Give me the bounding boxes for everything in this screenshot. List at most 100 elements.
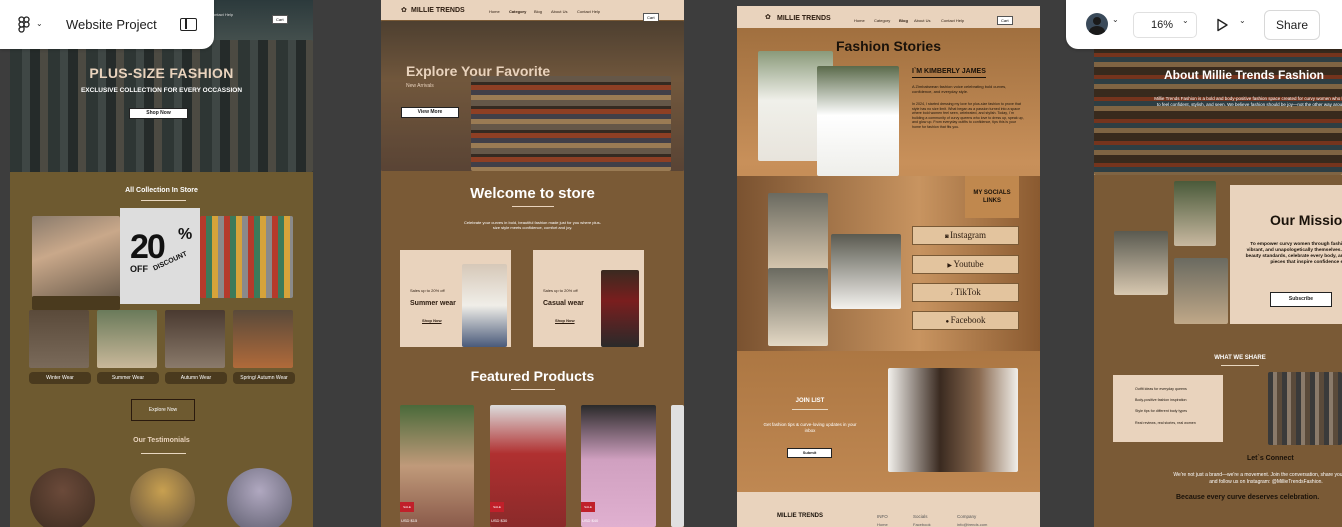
category-autumn[interactable]: Autumn Wear (165, 372, 227, 384)
social-photo-3 (768, 268, 828, 346)
sale-badge-3: SALE (581, 502, 595, 512)
nav-contact[interactable]: Contact Help (577, 9, 600, 14)
connect-body: We're not just a brand—we're a movement.… (1173, 472, 1342, 485)
nav-home[interactable]: Home (489, 9, 500, 14)
hero-title: Explore Your Favorite (406, 63, 551, 79)
sale-badge-2: SALE (490, 502, 504, 512)
figma-menu-button[interactable]: ⌄ (12, 14, 46, 36)
nav-about[interactable]: About Us (551, 9, 567, 14)
frame-blog[interactable]: ✿ MILLIE TRENDS Home Category Blog About… (737, 6, 1040, 527)
share-button[interactable]: Share (1264, 10, 1320, 40)
zoom-control[interactable]: 16% ⌄ (1133, 12, 1197, 38)
testimonial-avatar-2 (130, 468, 195, 527)
play-icon (1217, 18, 1228, 32)
social-facebook-label: Facebook (950, 315, 986, 325)
social-photo-2 (831, 234, 901, 309)
testimonial-avatar-3 (227, 468, 292, 527)
shop-now-label: Shop Now (146, 110, 171, 116)
chevron-down-icon: ⌄ (1182, 16, 1189, 25)
view-more-label: View More (417, 109, 443, 115)
present-button[interactable]: ⌄ (1211, 13, 1251, 37)
share-photo (1268, 372, 1342, 445)
figma-logo-icon (18, 16, 30, 33)
category-summer[interactable]: Summer Wear (97, 372, 159, 384)
nav-category[interactable]: Category (509, 9, 526, 14)
join-body: Get fashion tips & curve-loving updates … (763, 422, 857, 433)
welcome-body: Celebrate your curves in bold, beautiful… (464, 220, 601, 230)
social-instagram-label: Instagram (950, 230, 987, 240)
collection-title: All Collection In Store (125, 187, 198, 194)
nav-home[interactable]: Home (854, 18, 865, 23)
subscribe-button[interactable]: Subscribe (1270, 292, 1332, 307)
social-facebook[interactable]: ● Facebook (912, 311, 1019, 330)
brand-name[interactable]: MILLIE TRENDS (777, 15, 831, 22)
explore-button[interactable]: Explore Now (131, 399, 195, 421)
promo-summer-small: Sales up to 20% off (410, 288, 445, 293)
promo-summer-title: Summer wear (410, 300, 456, 307)
frame-home-v1[interactable]: Contact Help Cart PLUS-SIZE FASHION EXCL… (10, 0, 313, 527)
frame-about[interactable]: About Millie Trends Fashion Millie Trend… (1094, 0, 1342, 527)
avatar (1086, 13, 1108, 35)
collection-photo-1 (32, 216, 120, 298)
promo-casual-link[interactable]: Shop Now (555, 318, 575, 323)
nav-category[interactable]: Category (874, 18, 890, 23)
footer-brand: MILLIE TRENDS (777, 513, 823, 519)
nav-about[interactable]: About Us (914, 18, 930, 23)
footer-link-home[interactable]: Home (877, 522, 888, 527)
category-winter[interactable]: Winter Wear (29, 372, 91, 384)
about-title: About Millie Trends Fashion (1164, 68, 1325, 82)
footer-col-socials: Socials (913, 514, 928, 519)
share-item-1: Outfit ideas for everyday queens (1135, 387, 1187, 391)
brand-name[interactable]: MILLIE TRENDS (411, 7, 465, 14)
chevron-down-icon: ⌄ (1239, 16, 1246, 25)
category-photo-3[interactable] (165, 310, 225, 368)
author-bio-1: A Zimbabwean fashion voice celebrating b… (912, 84, 1007, 94)
social-photo-1 (768, 193, 828, 271)
social-tiktok-label: TikTok (954, 287, 981, 297)
view-more-button[interactable]: View More (401, 107, 459, 118)
share-item-2: Body-positive fashion inspiration (1135, 398, 1187, 402)
sidebar-toggle-icon[interactable] (180, 18, 197, 31)
nav-contact[interactable]: Contact Help (941, 18, 964, 23)
cart-button[interactable]: Cart (997, 16, 1013, 25)
share-label: Share (1275, 18, 1309, 32)
category-photo-2[interactable] (97, 310, 157, 368)
footer-link-email[interactable]: info@trends.com (957, 522, 987, 527)
promo-card-casual[interactable]: Sales up to 20% off Casual wear Shop Now (533, 250, 644, 347)
frame-home-v2[interactable]: ✿ MILLIE TRENDS Home Category Blog About… (381, 0, 684, 527)
shop-now-button[interactable]: Shop Now (129, 108, 188, 119)
mission-photo-3 (1174, 258, 1228, 324)
footer-link-facebook[interactable]: Facebook (913, 522, 931, 527)
nav-blog[interactable]: Blog (899, 18, 908, 23)
about-body: Millie Trends Fashion is a bold and body… (1154, 96, 1342, 107)
mission-photo-2 (1114, 231, 1168, 295)
promo-card-summer[interactable]: Sales up to 20% off Summer wear Shop Now (400, 250, 511, 347)
nav-blog[interactable]: Blog (534, 9, 542, 14)
user-avatar-button[interactable]: ⌄ (1082, 12, 1122, 36)
discount-percent: % (178, 226, 193, 243)
top-nav: ✿ MILLIE TRENDS Home Category Blog About… (737, 6, 1040, 28)
submit-button[interactable]: Submit (787, 448, 832, 458)
sale-badge-1: SALE (400, 502, 414, 512)
join-title: JOIN LIST (795, 398, 825, 404)
collection-photo-2 (200, 216, 293, 298)
promo-casual-photo (601, 270, 639, 347)
project-title[interactable]: Website Project (66, 17, 157, 32)
brand-logo-icon: ✿ (765, 14, 771, 21)
price-2: USD $30 (491, 518, 508, 523)
share-list: Outfit ideas for everyday queens Body-po… (1113, 375, 1223, 442)
social-youtube[interactable]: ▶ Youtube (912, 255, 1019, 274)
cart-button[interactable]: Cart (272, 15, 288, 24)
category-photo-1[interactable] (29, 310, 89, 368)
category-photo-4[interactable] (233, 310, 293, 368)
footer-col-info: INFO (877, 514, 888, 519)
subscribe-label: Subscribe (1288, 296, 1314, 302)
mission-photo-1 (1174, 181, 1216, 246)
category-spring[interactable]: Spring/ Autumn Wear (233, 372, 295, 384)
product-card-4[interactable] (671, 405, 684, 527)
promo-casual-title: Casual wear (543, 300, 584, 307)
social-instagram[interactable]: ◙ Instagram (912, 226, 1019, 245)
social-tiktok[interactable]: ♪ TikTok (912, 283, 1019, 302)
promo-summer-link[interactable]: Shop Now (422, 318, 442, 323)
discount-number: 20 (130, 228, 166, 266)
